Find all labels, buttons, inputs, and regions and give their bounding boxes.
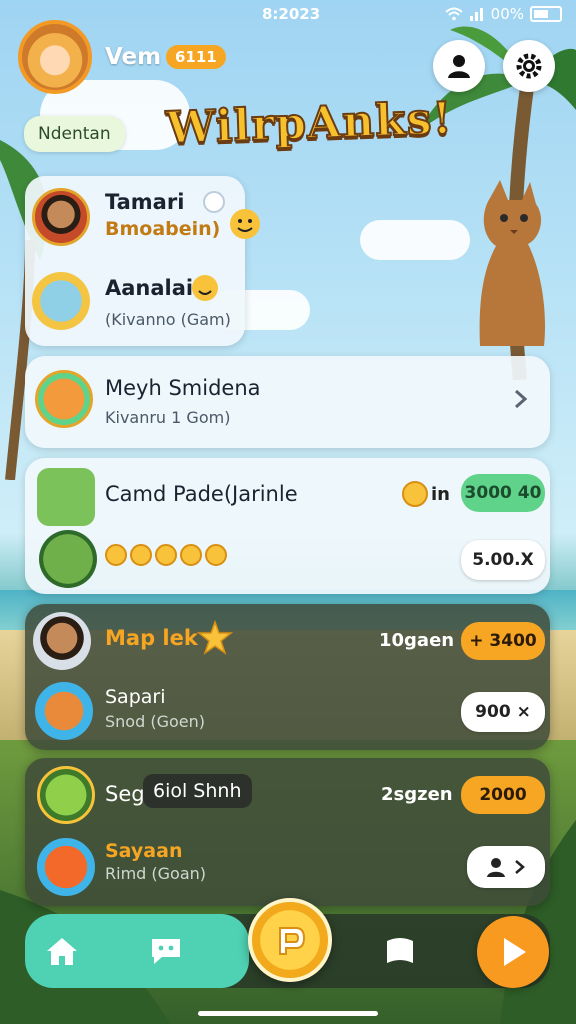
score-pill[interactable]: 3000 40 xyxy=(461,474,545,512)
profile-button[interactable] xyxy=(433,40,485,92)
chat-bubble-icon xyxy=(203,191,225,213)
battery-percent: 00% xyxy=(490,5,524,23)
reward-pill[interactable]: + 3400 xyxy=(461,622,545,660)
friend-name: Map lek xyxy=(105,626,198,650)
book-icon xyxy=(387,938,413,963)
time-label: 2sgzen xyxy=(381,784,453,805)
signal-icon xyxy=(469,8,483,21)
friend-name-2: Sapari xyxy=(105,686,166,708)
user-icon xyxy=(448,55,470,78)
chat-icon xyxy=(152,939,180,964)
friend-card-seg[interactable]: Seg 6iol Shnh 2sgzen 2000 Sayaan Rimd (G… xyxy=(25,758,550,906)
friend-card-meyh[interactable]: Meyh Smidena Kivanru 1 Gom) xyxy=(25,356,550,448)
chevron-right-icon[interactable] xyxy=(513,388,529,410)
avatar xyxy=(37,766,95,824)
friend-name-2: Aanalai xyxy=(105,276,194,300)
friend-card-tamari[interactable]: Tamari Bmoabein) Aanalai (Kivanno (Gam) xyxy=(25,176,260,346)
bet-pill[interactable]: 5.00.X xyxy=(461,540,545,580)
player-avatar[interactable] xyxy=(18,20,92,94)
play-button[interactable] xyxy=(477,916,549,988)
friend-name: Tamari xyxy=(105,190,185,214)
time-label: 10gaen xyxy=(379,630,455,651)
game-title: WilrpAnks! xyxy=(164,92,454,155)
bet-pill[interactable]: 900 × xyxy=(461,692,545,732)
pencil-ball-icon xyxy=(39,530,97,588)
avatar xyxy=(32,188,90,246)
coin-icon xyxy=(402,481,428,507)
player-name: Vem xyxy=(105,44,162,70)
gear-icon xyxy=(516,53,542,79)
play-icon xyxy=(504,938,526,966)
avatar xyxy=(35,370,93,428)
friend-sub: (Kivanno (Gam) xyxy=(105,310,231,329)
home-icon xyxy=(47,938,77,965)
friend-name: Camd Pade(Jarinle xyxy=(105,482,298,506)
map-icon xyxy=(37,468,95,526)
coin-center-button[interactable] xyxy=(248,898,332,982)
status-time: 8:2023 xyxy=(262,5,321,23)
chevron-right-icon xyxy=(515,860,525,874)
chat-button[interactable] xyxy=(145,930,187,972)
friend-name: Meyh Smidena xyxy=(105,376,261,400)
smiley-icon xyxy=(230,209,260,239)
battery-icon xyxy=(530,6,562,22)
emoji-row xyxy=(105,544,230,570)
location-tag[interactable]: Ndentan xyxy=(24,116,125,152)
friend-name-2: Sayaan xyxy=(105,840,183,862)
home-indicator[interactable] xyxy=(198,1011,378,1016)
avatar xyxy=(33,612,91,670)
status-bar: 8:2023 00% xyxy=(0,0,576,30)
pencil-icon xyxy=(32,272,90,330)
avatar-2 xyxy=(37,838,95,896)
smiley-icon-2 xyxy=(192,275,218,301)
friend-sub: Snod (Goen) xyxy=(105,712,205,731)
user-icon xyxy=(487,858,505,877)
home-button[interactable] xyxy=(41,930,83,972)
friend-sub: Kivanru 1 Gom) xyxy=(105,408,231,427)
avatar-2 xyxy=(35,682,93,740)
friend-sub: Rimd (Goan) xyxy=(105,864,207,883)
level-badge: 6111 xyxy=(166,45,226,69)
friend-card-camd[interactable]: Camd Pade(Jarinle in 3000 40 5.00.X xyxy=(25,458,550,594)
friend-name: Seg xyxy=(105,782,145,806)
invite-button[interactable] xyxy=(467,846,545,888)
cards-button[interactable] xyxy=(379,930,421,972)
star-icon xyxy=(197,620,233,655)
reward-pill[interactable]: 2000 xyxy=(461,776,545,814)
tooltip-chip: 6iol Shnh xyxy=(143,774,252,808)
friend-card-maplek[interactable]: Map lek 10gaen + 3400 Sapari Snod (Goen)… xyxy=(25,604,550,750)
wifi-icon xyxy=(444,7,463,21)
friend-status: Bmoabein) xyxy=(105,218,221,240)
settings-button[interactable] xyxy=(503,40,555,92)
coin-label: in xyxy=(431,484,450,505)
coin-icon xyxy=(279,927,306,955)
cat-mascot xyxy=(479,180,546,346)
